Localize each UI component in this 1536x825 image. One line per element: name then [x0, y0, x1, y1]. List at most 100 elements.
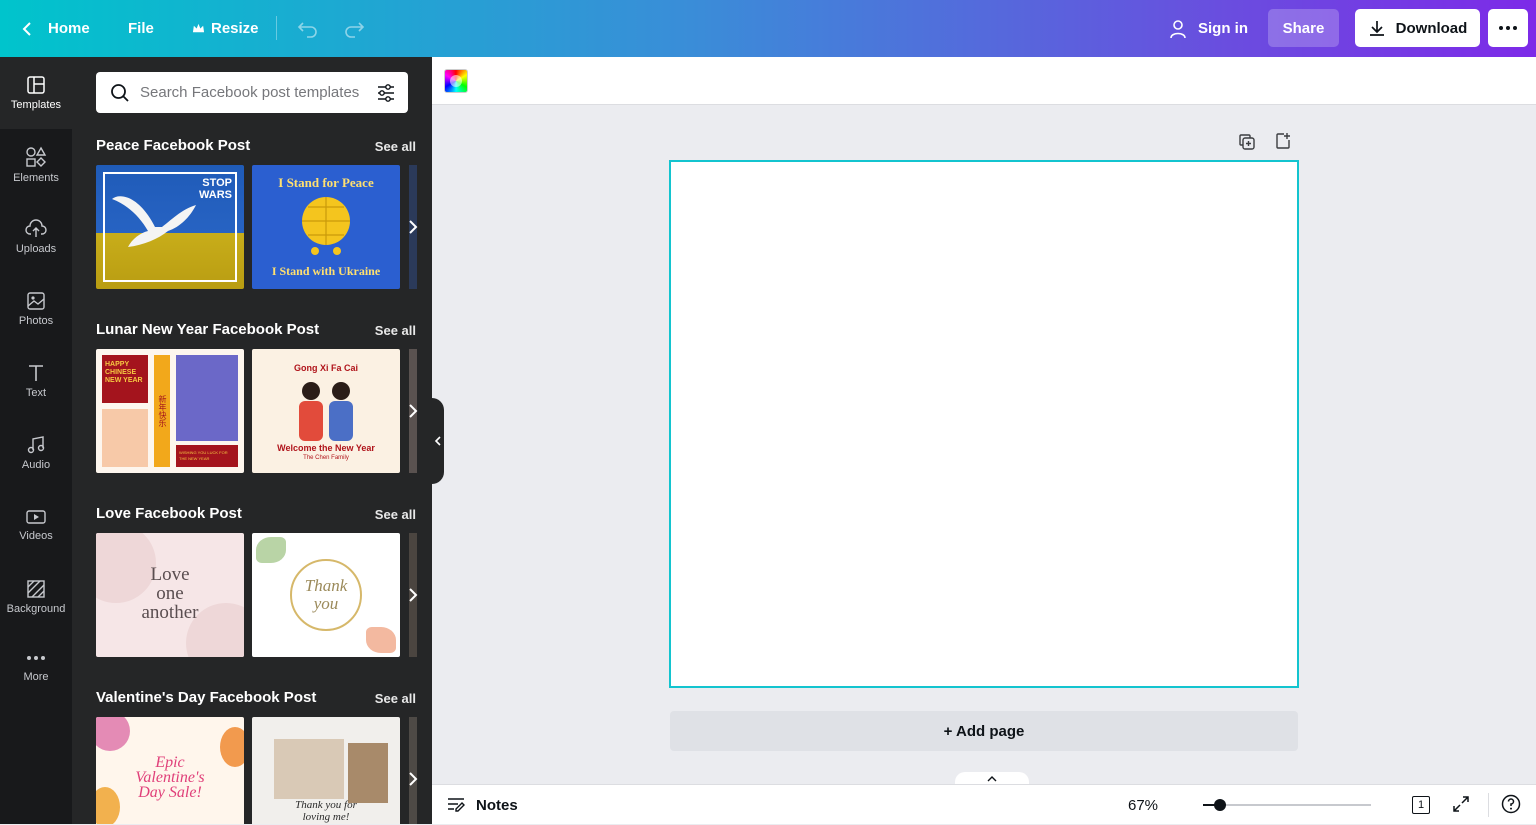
- couple-illustration-icon: [299, 382, 353, 441]
- swatch-center: [450, 75, 462, 87]
- rail-item-background[interactable]: Background: [0, 561, 72, 633]
- template-thumb[interactable]: STOP WARS: [96, 165, 244, 289]
- chevron-right-icon: [409, 588, 418, 602]
- carousel-next-button[interactable]: [400, 766, 426, 792]
- add-page-button[interactable]: + Add page: [670, 711, 1298, 751]
- rail-item-photos[interactable]: Photos: [0, 273, 72, 345]
- background-color-swatch[interactable]: [444, 69, 468, 93]
- see-all-link[interactable]: See all: [375, 323, 416, 338]
- rail-label: Elements: [13, 172, 59, 184]
- rail-item-text[interactable]: Text: [0, 345, 72, 417]
- carousel-next-button[interactable]: [400, 582, 426, 608]
- rail-item-templates[interactable]: Templates: [0, 57, 72, 129]
- thumb-text: Thank: [304, 576, 348, 595]
- download-label: Download: [1395, 19, 1468, 37]
- rail-label: Uploads: [15, 243, 57, 255]
- template-thumb[interactable]: Thank you for loving me!: [252, 717, 400, 824]
- file-menu-button[interactable]: File: [128, 0, 154, 57]
- videos-icon: [26, 510, 46, 524]
- side-rail: Templates Elements Uploads Photos Text A…: [0, 57, 72, 824]
- home-button[interactable]: Home: [20, 0, 90, 57]
- collapse-panel-button[interactable]: [432, 398, 444, 484]
- fullscreen-button[interactable]: [1452, 795, 1472, 815]
- section-title: Peace Facebook Post: [96, 137, 251, 154]
- zoom-percentage[interactable]: 67%: [1128, 785, 1158, 825]
- duplicate-page-button[interactable]: [1238, 133, 1258, 153]
- rail-item-elements[interactable]: Elements: [0, 129, 72, 201]
- bottom-bar: Notes 67% 1: [432, 784, 1536, 824]
- rail-item-audio[interactable]: Audio: [0, 417, 72, 489]
- background-icon: [27, 580, 45, 598]
- thumb-text: NEW YEAR: [105, 377, 143, 384]
- chevron-up-icon: [987, 775, 997, 781]
- add-page-icon-button[interactable]: [1274, 132, 1294, 152]
- notes-label: Notes: [476, 796, 518, 814]
- resize-label: Resize: [211, 20, 259, 37]
- carousel-next-button[interactable]: [400, 214, 426, 240]
- editor-toolbar: [432, 57, 1536, 105]
- rail-item-uploads[interactable]: Uploads: [0, 201, 72, 273]
- search-input[interactable]: [140, 84, 370, 101]
- rail-label: More: [23, 671, 49, 683]
- thumb-text: I Stand with Ukraine: [271, 264, 381, 278]
- rail-item-videos[interactable]: Videos: [0, 489, 72, 561]
- template-thumb[interactable]: Gong Xi Fa Cai Welcome the New Year The …: [252, 349, 400, 473]
- thumb-text: The Chen Family: [303, 455, 349, 461]
- template-thumb[interactable]: Epic Valentine's Day Sale!: [96, 717, 244, 824]
- rail-label: Background: [6, 603, 66, 615]
- rail-label: Videos: [19, 530, 53, 542]
- more-options-button[interactable]: [1488, 9, 1528, 47]
- notes-button[interactable]: Notes: [446, 785, 518, 825]
- see-all-link[interactable]: See all: [375, 691, 416, 706]
- home-label: Home: [48, 20, 90, 37]
- search-box: [96, 72, 408, 113]
- zoom-slider-handle[interactable]: [1213, 799, 1226, 811]
- thumb-text: one: [156, 583, 184, 604]
- share-button[interactable]: Share: [1268, 9, 1339, 47]
- sign-in-button[interactable]: Sign in: [1168, 0, 1248, 57]
- help-button[interactable]: [1501, 794, 1523, 816]
- see-all-link[interactable]: See all: [375, 139, 416, 154]
- add-page-icon: [1276, 133, 1290, 149]
- thumb-text: Epic: [155, 754, 185, 771]
- sign-in-label: Sign in: [1198, 20, 1248, 37]
- duplicate-icon: [1239, 134, 1255, 150]
- section-title: Love Facebook Post: [96, 505, 242, 522]
- template-thumb[interactable]: Thank you: [252, 533, 400, 657]
- thumb-photo: [274, 739, 344, 799]
- add-page-label: + Add page: [943, 722, 1025, 740]
- download-button[interactable]: Download: [1355, 9, 1480, 47]
- user-icon: [1170, 19, 1186, 38]
- section-title: Valentine's Day Facebook Post: [96, 689, 317, 706]
- thumb-text: Valentine's: [135, 769, 205, 786]
- globe-icon: [302, 197, 350, 255]
- thumb-text: I Stand for Peace: [278, 175, 374, 190]
- zoom-slider[interactable]: [1203, 799, 1371, 811]
- template-thumb[interactable]: HAPPY CHINESE NEW YEAR 新年快乐 WISHING YOU …: [96, 349, 244, 473]
- uploads-icon: [25, 219, 47, 237]
- audio-icon: [27, 436, 45, 454]
- filter-icon[interactable]: [376, 83, 396, 103]
- more-horizontal-icon: [1499, 26, 1517, 30]
- redo-button[interactable]: [343, 0, 365, 57]
- design-page[interactable]: [669, 160, 1299, 688]
- carousel-next-button[interactable]: [400, 398, 426, 424]
- undo-icon: [297, 21, 317, 38]
- template-thumb[interactable]: I Stand for Peace I Stand with Ukraine: [252, 165, 400, 289]
- thumb-text: Welcome the New Year: [277, 443, 375, 453]
- thumb-text: HAPPY: [105, 361, 130, 368]
- page-count-button[interactable]: 1: [1412, 794, 1432, 816]
- chevron-right-icon: [409, 772, 418, 786]
- rail-item-more[interactable]: More: [0, 633, 72, 705]
- see-all-link[interactable]: See all: [375, 507, 416, 522]
- chevron-left-icon: [434, 436, 441, 446]
- template-thumb[interactable]: Love one another: [96, 533, 244, 657]
- undo-button[interactable]: [297, 0, 319, 57]
- resize-button[interactable]: Resize: [192, 0, 259, 57]
- thumb-text: THE NEW YEAR: [179, 456, 210, 461]
- top-bar: Home File Resize Sign in Share Download: [0, 0, 1536, 57]
- share-label: Share: [1282, 19, 1325, 37]
- more-icon: [27, 656, 45, 660]
- search-icon: [111, 83, 129, 102]
- file-label: File: [128, 20, 154, 37]
